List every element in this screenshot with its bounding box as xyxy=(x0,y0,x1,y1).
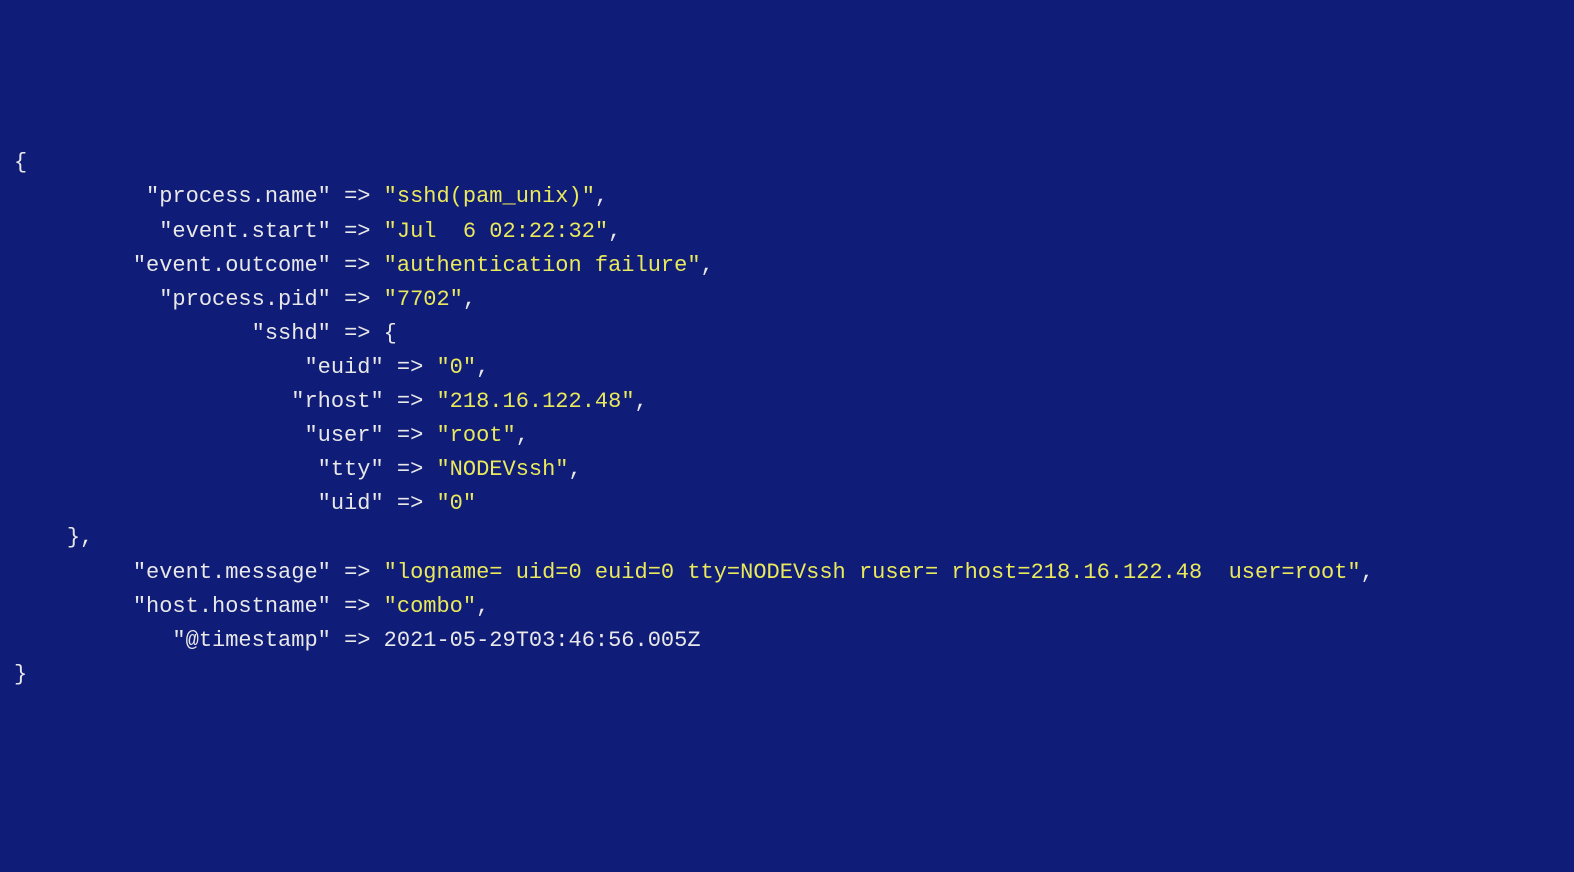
field-value: "root" xyxy=(436,423,515,448)
field-value: "combo" xyxy=(384,594,476,619)
field-value: "0" xyxy=(436,355,476,380)
field-key: "@timestamp" xyxy=(14,628,331,653)
arrow-icon: => xyxy=(344,594,370,619)
arrow-icon: => xyxy=(344,287,370,312)
arrow-icon: => xyxy=(344,219,370,244)
field-key: "event.outcome" xyxy=(14,253,331,278)
field-value: "0" xyxy=(436,491,476,516)
field-value: "Jul 6 02:22:32" xyxy=(384,219,608,244)
arrow-icon: => xyxy=(344,184,370,209)
arrow-icon: => xyxy=(344,253,370,278)
field-value: 2021-05-29T03:46:56.005Z xyxy=(384,628,701,653)
brace-close: } xyxy=(67,525,80,550)
field-key: "user" xyxy=(120,423,384,448)
arrow-icon: => xyxy=(397,389,423,414)
arrow-icon: => xyxy=(344,560,370,585)
arrow-icon: => xyxy=(397,457,423,482)
field-value: "NODEVssh" xyxy=(436,457,568,482)
arrow-icon: => xyxy=(397,355,423,380)
arrow-icon: => xyxy=(344,628,370,653)
field-value: "logname= uid=0 euid=0 tty=NODEVssh ruse… xyxy=(384,560,1361,585)
field-key: "process.pid" xyxy=(14,287,331,312)
brace-close: } xyxy=(14,662,27,687)
field-key: "tty" xyxy=(120,457,384,482)
arrow-icon: => xyxy=(397,491,423,516)
brace-open: { xyxy=(384,321,397,346)
field-value: "authentication failure" xyxy=(384,253,701,278)
field-key: "event.message" xyxy=(14,560,331,585)
field-key: "process.name" xyxy=(14,184,331,209)
field-value: "7702" xyxy=(384,287,463,312)
field-key: "event.start" xyxy=(14,219,331,244)
arrow-icon: => xyxy=(344,321,370,346)
field-key: "rhost" xyxy=(120,389,384,414)
arrow-icon: => xyxy=(397,423,423,448)
field-key: "sshd" xyxy=(14,321,331,346)
field-value: "218.16.122.48" xyxy=(436,389,634,414)
field-key: "euid" xyxy=(120,355,384,380)
log-output: { "process.name" => "sshd(pam_unix)", "e… xyxy=(14,146,1560,692)
field-key: "uid" xyxy=(120,491,384,516)
field-value: "sshd(pam_unix)" xyxy=(384,184,595,209)
field-key: "host.hostname" xyxy=(14,594,331,619)
brace-open: { xyxy=(14,150,27,175)
